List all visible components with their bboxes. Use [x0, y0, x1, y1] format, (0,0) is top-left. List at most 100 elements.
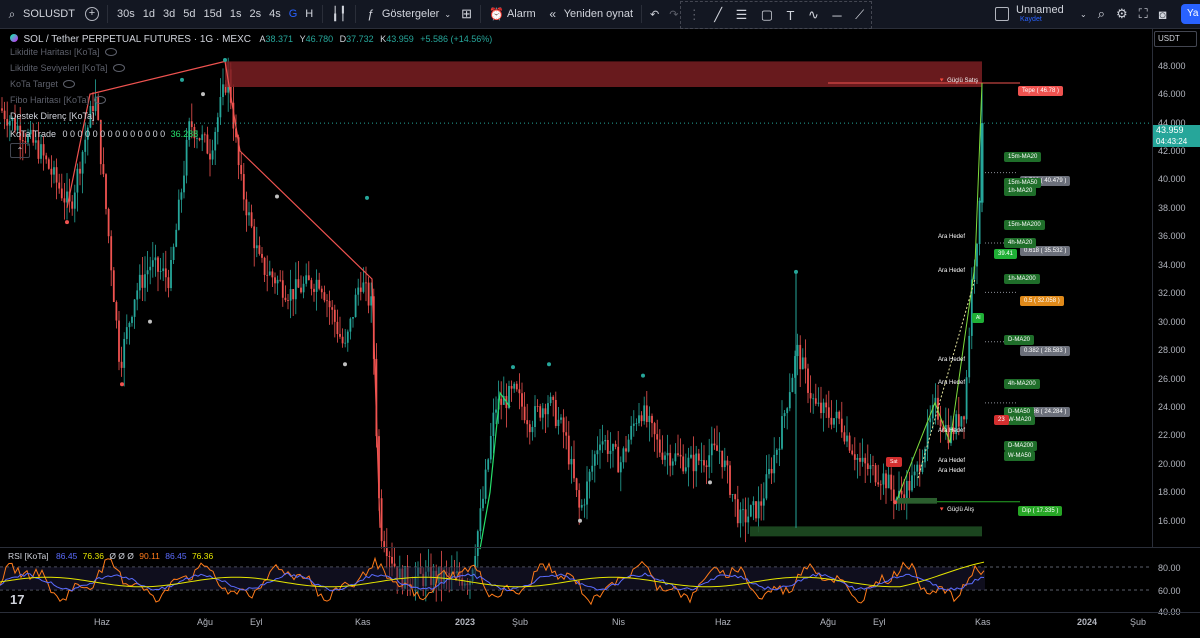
- candle-body: [367, 282, 370, 306]
- candle-body: [827, 407, 830, 418]
- candle-body: [133, 299, 136, 317]
- rsi-value-2: 76.36: [82, 551, 104, 561]
- candle-body: [817, 402, 820, 404]
- swing-dot: [893, 500, 897, 505]
- indicator-legend-item[interactable]: Destek Direnç [KoTa]: [10, 111, 95, 121]
- indicator-name: Destek Direnç [KoTa]: [10, 111, 95, 121]
- candle-body: [882, 473, 885, 485]
- indicator-legend-item[interactable]: KoTa Target: [10, 79, 75, 89]
- hidden-eye-icon[interactable]: [104, 48, 117, 56]
- hidden-eye-icon[interactable]: [62, 80, 75, 88]
- target-label-3: Ara Hedef: [938, 357, 966, 363]
- candle-body: [744, 509, 747, 523]
- candle-body: [804, 357, 807, 369]
- indicator-legend-item[interactable]: Likidite Haritası [KoTa]: [10, 47, 117, 57]
- candle-body: [125, 327, 128, 339]
- candle-body: [614, 444, 617, 447]
- ma-label-tag: 15m-MA20: [1004, 152, 1042, 162]
- strong-buy-label: 🔻 Güçlü Alış: [938, 506, 974, 513]
- swing-dot: [65, 220, 69, 225]
- candle-body: [8, 120, 11, 126]
- price-tick: 30.000: [1158, 316, 1186, 327]
- candle-body: [703, 460, 705, 466]
- candle-body: [661, 452, 664, 460]
- hidden-eye-icon[interactable]: [112, 64, 125, 72]
- candle-body: [177, 199, 180, 230]
- time-tick: Nis: [612, 617, 625, 627]
- candle-body: [879, 484, 882, 486]
- candle-body: [495, 409, 497, 413]
- hidden-eye-icon[interactable]: [94, 96, 107, 104]
- candle-body: [768, 468, 770, 475]
- candle-body: [333, 309, 336, 322]
- candle-body: [557, 419, 560, 426]
- target-label-4: Ara Hedef: [938, 380, 966, 386]
- candle-body: [222, 84, 224, 98]
- candle-body: [809, 392, 812, 399]
- candle-body: [742, 509, 744, 511]
- candle-body: [294, 279, 297, 300]
- collapse-legend-button[interactable]: ⌃: [10, 143, 30, 158]
- candle-body: [310, 280, 313, 289]
- swing-dot: [511, 365, 515, 370]
- strong-buy-icon: 🔻: [938, 507, 946, 513]
- candle-body: [801, 357, 804, 370]
- candles-layer: [1, 57, 984, 602]
- candle-body: [549, 396, 552, 404]
- candle-body: [856, 457, 859, 460]
- candle-body: [734, 494, 737, 500]
- candle-body: [536, 406, 539, 407]
- indicator-legend-item[interactable]: Likidite Seviyeleri [KoTa]: [10, 63, 125, 73]
- candle-body: [674, 453, 677, 462]
- candle-body: [359, 287, 362, 292]
- candle-body: [63, 198, 66, 203]
- candle-body: [708, 455, 711, 467]
- candle-body: [297, 279, 300, 288]
- current-price: 43.959: [1156, 125, 1184, 135]
- candle-body: [851, 450, 854, 455]
- candle-body: [588, 471, 591, 482]
- candle-body: [604, 440, 607, 442]
- candle-body: [721, 450, 724, 468]
- candle-body: [739, 509, 742, 524]
- sell-signal-tag: Sat: [886, 457, 902, 467]
- candle-body: [664, 455, 666, 460]
- currency-select[interactable]: USDT: [1154, 31, 1197, 47]
- candle-body: [638, 415, 640, 424]
- candle-body: [336, 321, 339, 335]
- candle-body: [489, 435, 492, 460]
- candle-body: [820, 402, 822, 414]
- candle-body: [773, 454, 776, 474]
- chart-legend-symbol: SOL / Tether PERPETUAL FUTURES · 1G · ME…: [10, 34, 492, 45]
- candle-body: [596, 450, 599, 455]
- candle-body: [112, 270, 115, 303]
- candle-body: [253, 226, 256, 249]
- chevron-up-icon: ⌃: [16, 146, 24, 155]
- candle-body: [326, 300, 328, 302]
- price-tick: 18.000: [1158, 487, 1186, 498]
- candle-body: [729, 465, 731, 495]
- candle-body: [786, 408, 789, 414]
- target-label-5: Ara Hedef: [938, 428, 966, 434]
- candle-body: [534, 406, 536, 427]
- candle-body: [778, 448, 781, 450]
- indicator-legend-item[interactable]: Fibo Haritası [KoTa]: [10, 95, 107, 105]
- candle-body: [346, 331, 349, 343]
- candle-body: [307, 275, 310, 281]
- candle-body: [209, 153, 211, 160]
- candle-body: [580, 504, 583, 508]
- candle-body: [658, 439, 661, 453]
- candle-body: [352, 317, 354, 319]
- candle-body: [583, 504, 586, 506]
- kota-trade-legend[interactable]: KoTa Trade 0 0 0 0 0 0 0 0 0 0 0 0 0 0 3…: [10, 129, 198, 139]
- candle-body: [58, 182, 61, 189]
- candle-body: [315, 279, 318, 292]
- candle-body: [60, 188, 63, 199]
- candle-body: [190, 121, 193, 128]
- support-trend: [479, 391, 511, 550]
- time-axis[interactable]: [0, 612, 1200, 638]
- candle-body: [677, 453, 679, 455]
- time-tick: Haz: [94, 617, 111, 627]
- candle-body: [885, 473, 887, 489]
- candle-body: [219, 97, 222, 118]
